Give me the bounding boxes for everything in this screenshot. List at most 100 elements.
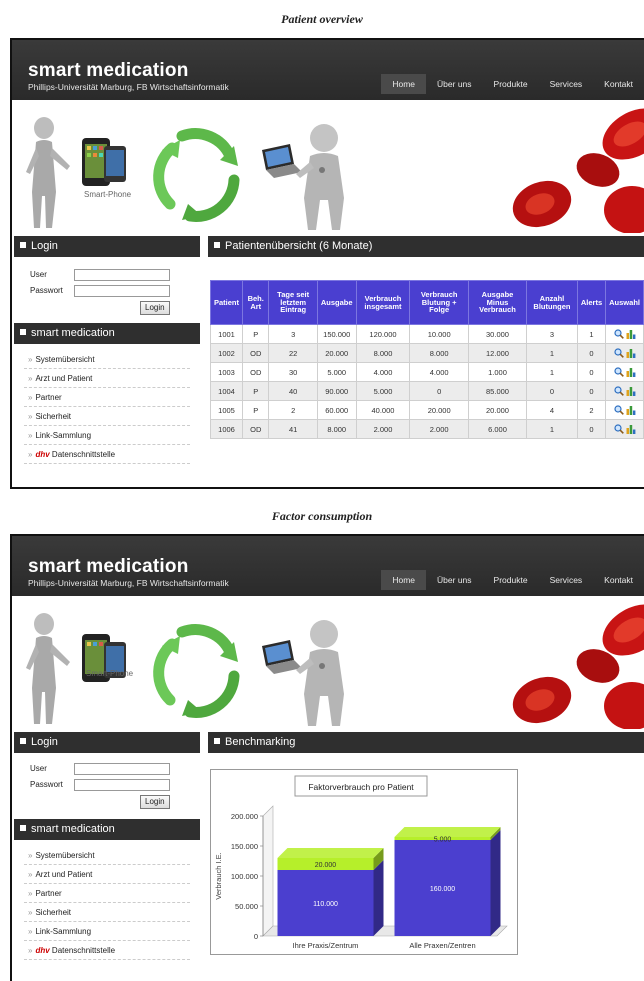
table-cell: OD <box>242 343 270 363</box>
chevron-right-icon: » <box>28 946 33 955</box>
table-cell: 1005 <box>209 400 244 420</box>
bar-data-label: 110.000 <box>313 901 338 908</box>
magnifier-icon[interactable] <box>613 405 624 415</box>
chevron-right-icon: » <box>28 431 33 440</box>
patients-title: Patientenübersicht (6 Monate) <box>225 240 373 252</box>
col-beh-art[interactable]: Beh. Art <box>242 280 270 325</box>
bar-chart-icon[interactable] <box>626 367 636 377</box>
menu-item-systemuebersicht[interactable]: » Systemübersicht <box>24 350 190 369</box>
nav-home[interactable]: Home <box>381 74 427 94</box>
laptop-icon <box>262 144 302 178</box>
nav-produkte-2[interactable]: Produkte <box>483 570 539 590</box>
menu-item-arzt-und-patient[interactable]: » Arzt und Patient <box>24 865 190 884</box>
table-row[interactable]: 1001 P 3 150.000 120.000 10.000 30.000 3 1 <box>209 324 644 344</box>
menu-item-sicherheit[interactable]: » Sicherheit <box>24 407 190 426</box>
user-label-2: User <box>30 764 47 773</box>
table-cell: 4.000 <box>409 362 469 382</box>
chevron-right-icon: » <box>28 450 33 459</box>
menu-item-partner[interactable]: » Partner <box>24 388 190 407</box>
nav-produkte[interactable]: Produkte <box>483 74 539 94</box>
bar-side <box>373 860 384 936</box>
login-button[interactable]: Login <box>140 301 170 315</box>
user-input-2[interactable] <box>74 763 170 775</box>
bar-data-label: 160.000 <box>430 886 455 893</box>
action-cell <box>605 381 644 401</box>
menu-item-systemuebersicht[interactable]: » Systemübersicht <box>24 846 190 865</box>
nav-home-2[interactable]: Home <box>381 570 427 590</box>
col-alerts[interactable]: Alerts <box>576 280 607 325</box>
menu-item-datenschnittstelle[interactable]: » dhv Datenschnittstelle <box>24 445 190 464</box>
login-panel-header-2: Login <box>14 732 200 753</box>
table-cell: 1004 <box>209 381 244 401</box>
bar-top <box>277 848 384 858</box>
bar-chart-icon[interactable] <box>626 386 636 396</box>
table-cell: 4.000 <box>355 362 411 382</box>
table-row[interactable]: 1002 OD 22 20.000 8.000 8.000 12.000 1 0 <box>209 343 644 363</box>
table-cell: 3 <box>268 324 318 344</box>
menu-item-link-sammlung[interactable]: » Link-Sammlung <box>24 922 190 941</box>
nav-services[interactable]: Services <box>539 74 594 94</box>
dhv-logo: dhv <box>35 450 50 459</box>
table-cell: 1002 <box>209 343 244 363</box>
nav-kontakt[interactable]: Kontakt <box>593 74 644 94</box>
chevron-right-icon: » <box>28 908 33 917</box>
table-row[interactable]: 1005 P 2 60.000 40.000 20.000 20.000 4 2 <box>209 400 644 420</box>
bar-chart-icon[interactable] <box>626 348 636 358</box>
magnifier-icon[interactable] <box>613 329 624 339</box>
cycle-arrows-icon <box>153 128 240 222</box>
sidebar-menu: » Systemübersicht » Arzt und Patient » Part… <box>14 344 200 464</box>
table-cell: 0 <box>576 381 607 401</box>
chevron-right-icon: » <box>28 889 33 898</box>
menu-item-link-sammlung[interactable]: » Link-Sammlung <box>24 426 190 445</box>
user-input[interactable] <box>74 269 170 281</box>
col-verbrauch-blutung[interactable]: Verbrauch Blutung + Folge <box>409 280 469 325</box>
table-cell: 1 <box>526 419 578 439</box>
menu-item-sicherheit[interactable]: » Sicherheit <box>24 903 190 922</box>
menu-item-datenschnittstelle[interactable]: » dhv Datenschnittstelle <box>24 941 190 960</box>
chevron-right-icon: » <box>28 851 33 860</box>
table-cell: 1 <box>576 324 607 344</box>
password-input-2[interactable] <box>74 779 170 791</box>
table-cell: 2 <box>268 400 318 420</box>
table-cell: 2.000 <box>409 419 469 439</box>
benchmark-chart: Faktorverbrauch pro Patient 0 50.000 100.00… <box>214 775 508 950</box>
magnifier-icon[interactable] <box>613 367 624 377</box>
col-ausgabe[interactable]: Ausgabe <box>316 280 357 325</box>
person-figure-icon <box>26 117 70 228</box>
caption-patient-overview: Patient overview <box>281 12 363 26</box>
login-form-2: User Passwort Login <box>14 753 200 819</box>
table-cell: 20.000 <box>467 400 528 420</box>
col-tage[interactable]: Tage seit letztem Eintrag <box>268 280 318 325</box>
login-panel-header: Login <box>14 236 200 257</box>
action-cell <box>605 324 644 344</box>
magnifier-icon[interactable] <box>613 424 624 434</box>
magnifier-icon[interactable] <box>613 348 624 358</box>
magnifier-icon[interactable] <box>613 386 624 396</box>
password-input[interactable] <box>74 285 170 297</box>
nav-kontakt-2[interactable]: Kontakt <box>593 570 644 590</box>
menu-item-arzt-und-patient[interactable]: » Arzt und Patient <box>24 369 190 388</box>
table-cell: 1003 <box>209 362 244 382</box>
menu-item-partner[interactable]: » Partner <box>24 884 190 903</box>
col-ausgabe-minus[interactable]: Ausgabe Minus Verbrauch <box>467 280 528 325</box>
laptop-icon <box>262 640 302 674</box>
menu-title-2: smart medication <box>31 823 115 835</box>
bar-chart-icon[interactable] <box>626 329 636 339</box>
col-patient[interactable]: Patient <box>209 280 244 325</box>
nav-ueber-uns[interactable]: Über uns <box>426 74 483 94</box>
table-cell: 0 <box>526 381 578 401</box>
sidebar: Login User Passwort Login smart medicati… <box>14 236 200 464</box>
table-cell: 40.000 <box>355 400 411 420</box>
table-row[interactable]: 1003 OD 30 5.000 4.000 4.000 1.000 1 0 <box>209 362 644 382</box>
nav-services-2[interactable]: Services <box>539 570 594 590</box>
bar-chart-icon[interactable] <box>626 405 636 415</box>
col-anzahl-blutungen[interactable]: Anzahl Blutungen <box>526 280 578 325</box>
col-verbrauch-insgesamt[interactable]: Verbrauch insgesamt <box>355 280 411 325</box>
nav-ueber-uns-2[interactable]: Über uns <box>426 570 483 590</box>
menu-panel-header: smart medication <box>14 323 200 344</box>
table-row[interactable]: 1006 OD 41 8.000 2.000 2.000 6.000 1 0 <box>209 419 644 439</box>
benchmark-panel-header: Benchmarking <box>208 732 644 753</box>
table-row[interactable]: 1004 P 40 90.000 5.000 0 85.000 0 0 <box>209 381 644 401</box>
login-button-2[interactable]: Login <box>140 795 170 809</box>
bar-chart-icon[interactable] <box>626 424 636 434</box>
